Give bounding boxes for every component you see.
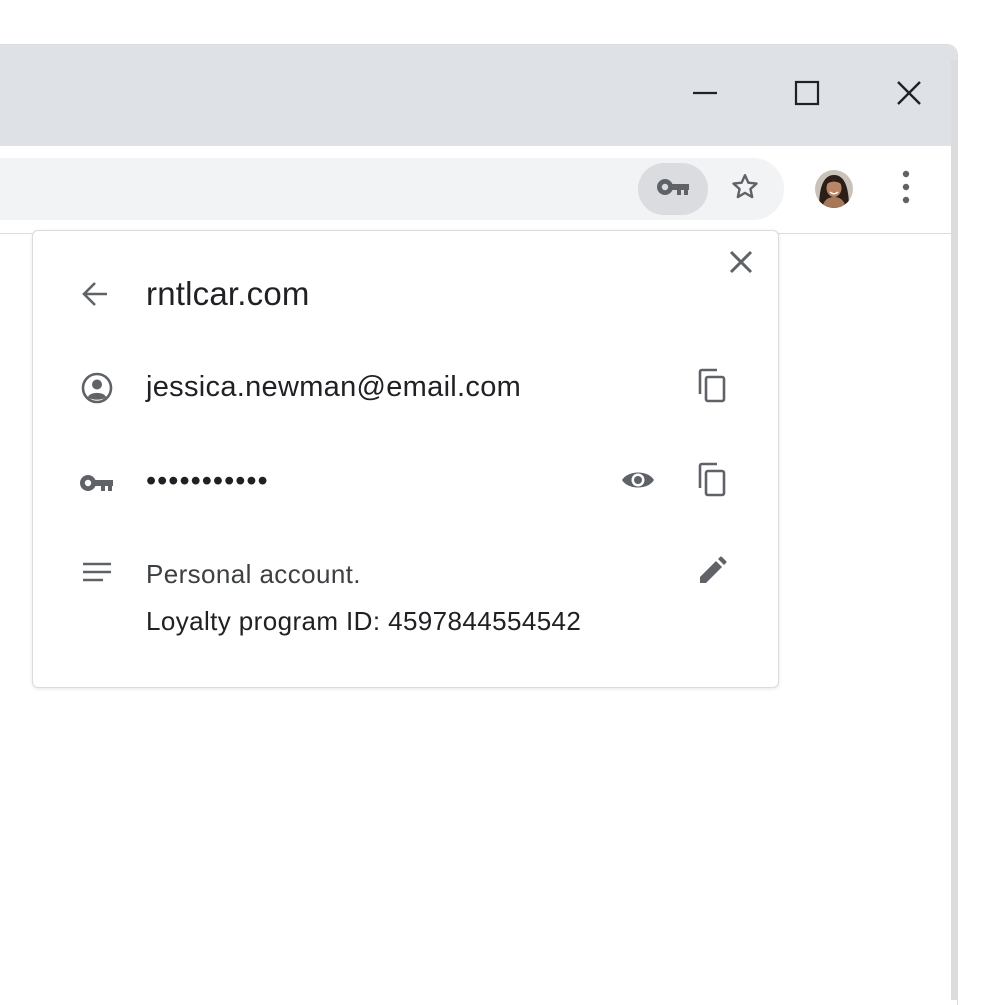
note-text-line-2: Loyalty program ID: 4597844554542 — [146, 606, 582, 636]
notes-icon — [80, 560, 114, 586]
minimize-icon — [692, 80, 718, 111]
close-icon — [728, 249, 754, 280]
bookmark-button[interactable] — [722, 166, 768, 212]
window-border — [951, 60, 957, 1000]
profile-avatar[interactable] — [815, 170, 853, 208]
more-vert-icon — [901, 170, 911, 209]
show-password-button[interactable] — [618, 467, 658, 497]
maximize-button[interactable] — [785, 73, 829, 117]
close-bubble-button[interactable] — [728, 249, 754, 280]
key-icon — [656, 177, 690, 202]
password-manager-key-button[interactable] — [638, 163, 708, 215]
password-value: ••••••••••• — [146, 465, 269, 497]
eye-icon — [620, 468, 656, 497]
title-bar — [0, 45, 957, 146]
site-title: rntlcar.com — [146, 275, 310, 312]
pencil-icon — [696, 555, 728, 592]
maximize-icon — [794, 80, 820, 111]
browser-menu-button[interactable] — [884, 166, 928, 212]
copy-icon — [696, 462, 728, 503]
arrow-back-icon — [80, 279, 110, 314]
copy-username-button[interactable] — [694, 368, 730, 409]
note-text-line-1: Personal account. — [146, 559, 361, 589]
copy-password-button[interactable] — [694, 462, 730, 503]
account-circle-icon — [80, 371, 114, 405]
close-icon — [896, 80, 922, 111]
star-icon — [729, 171, 761, 208]
browser-window: rntlcar.com jessica.newman@email.com •••… — [0, 45, 957, 1005]
browser-toolbar — [0, 146, 957, 234]
edit-note-button[interactable] — [694, 555, 730, 591]
minimize-button[interactable] — [683, 73, 727, 117]
back-button[interactable] — [78, 279, 112, 313]
password-details-bubble: rntlcar.com jessica.newman@email.com •••… — [32, 230, 779, 688]
avatar-icon — [815, 170, 853, 208]
username-value: jessica.newman@email.com — [146, 371, 522, 403]
key-icon — [78, 471, 116, 495]
copy-icon — [696, 368, 728, 409]
close-window-button[interactable] — [887, 73, 931, 117]
